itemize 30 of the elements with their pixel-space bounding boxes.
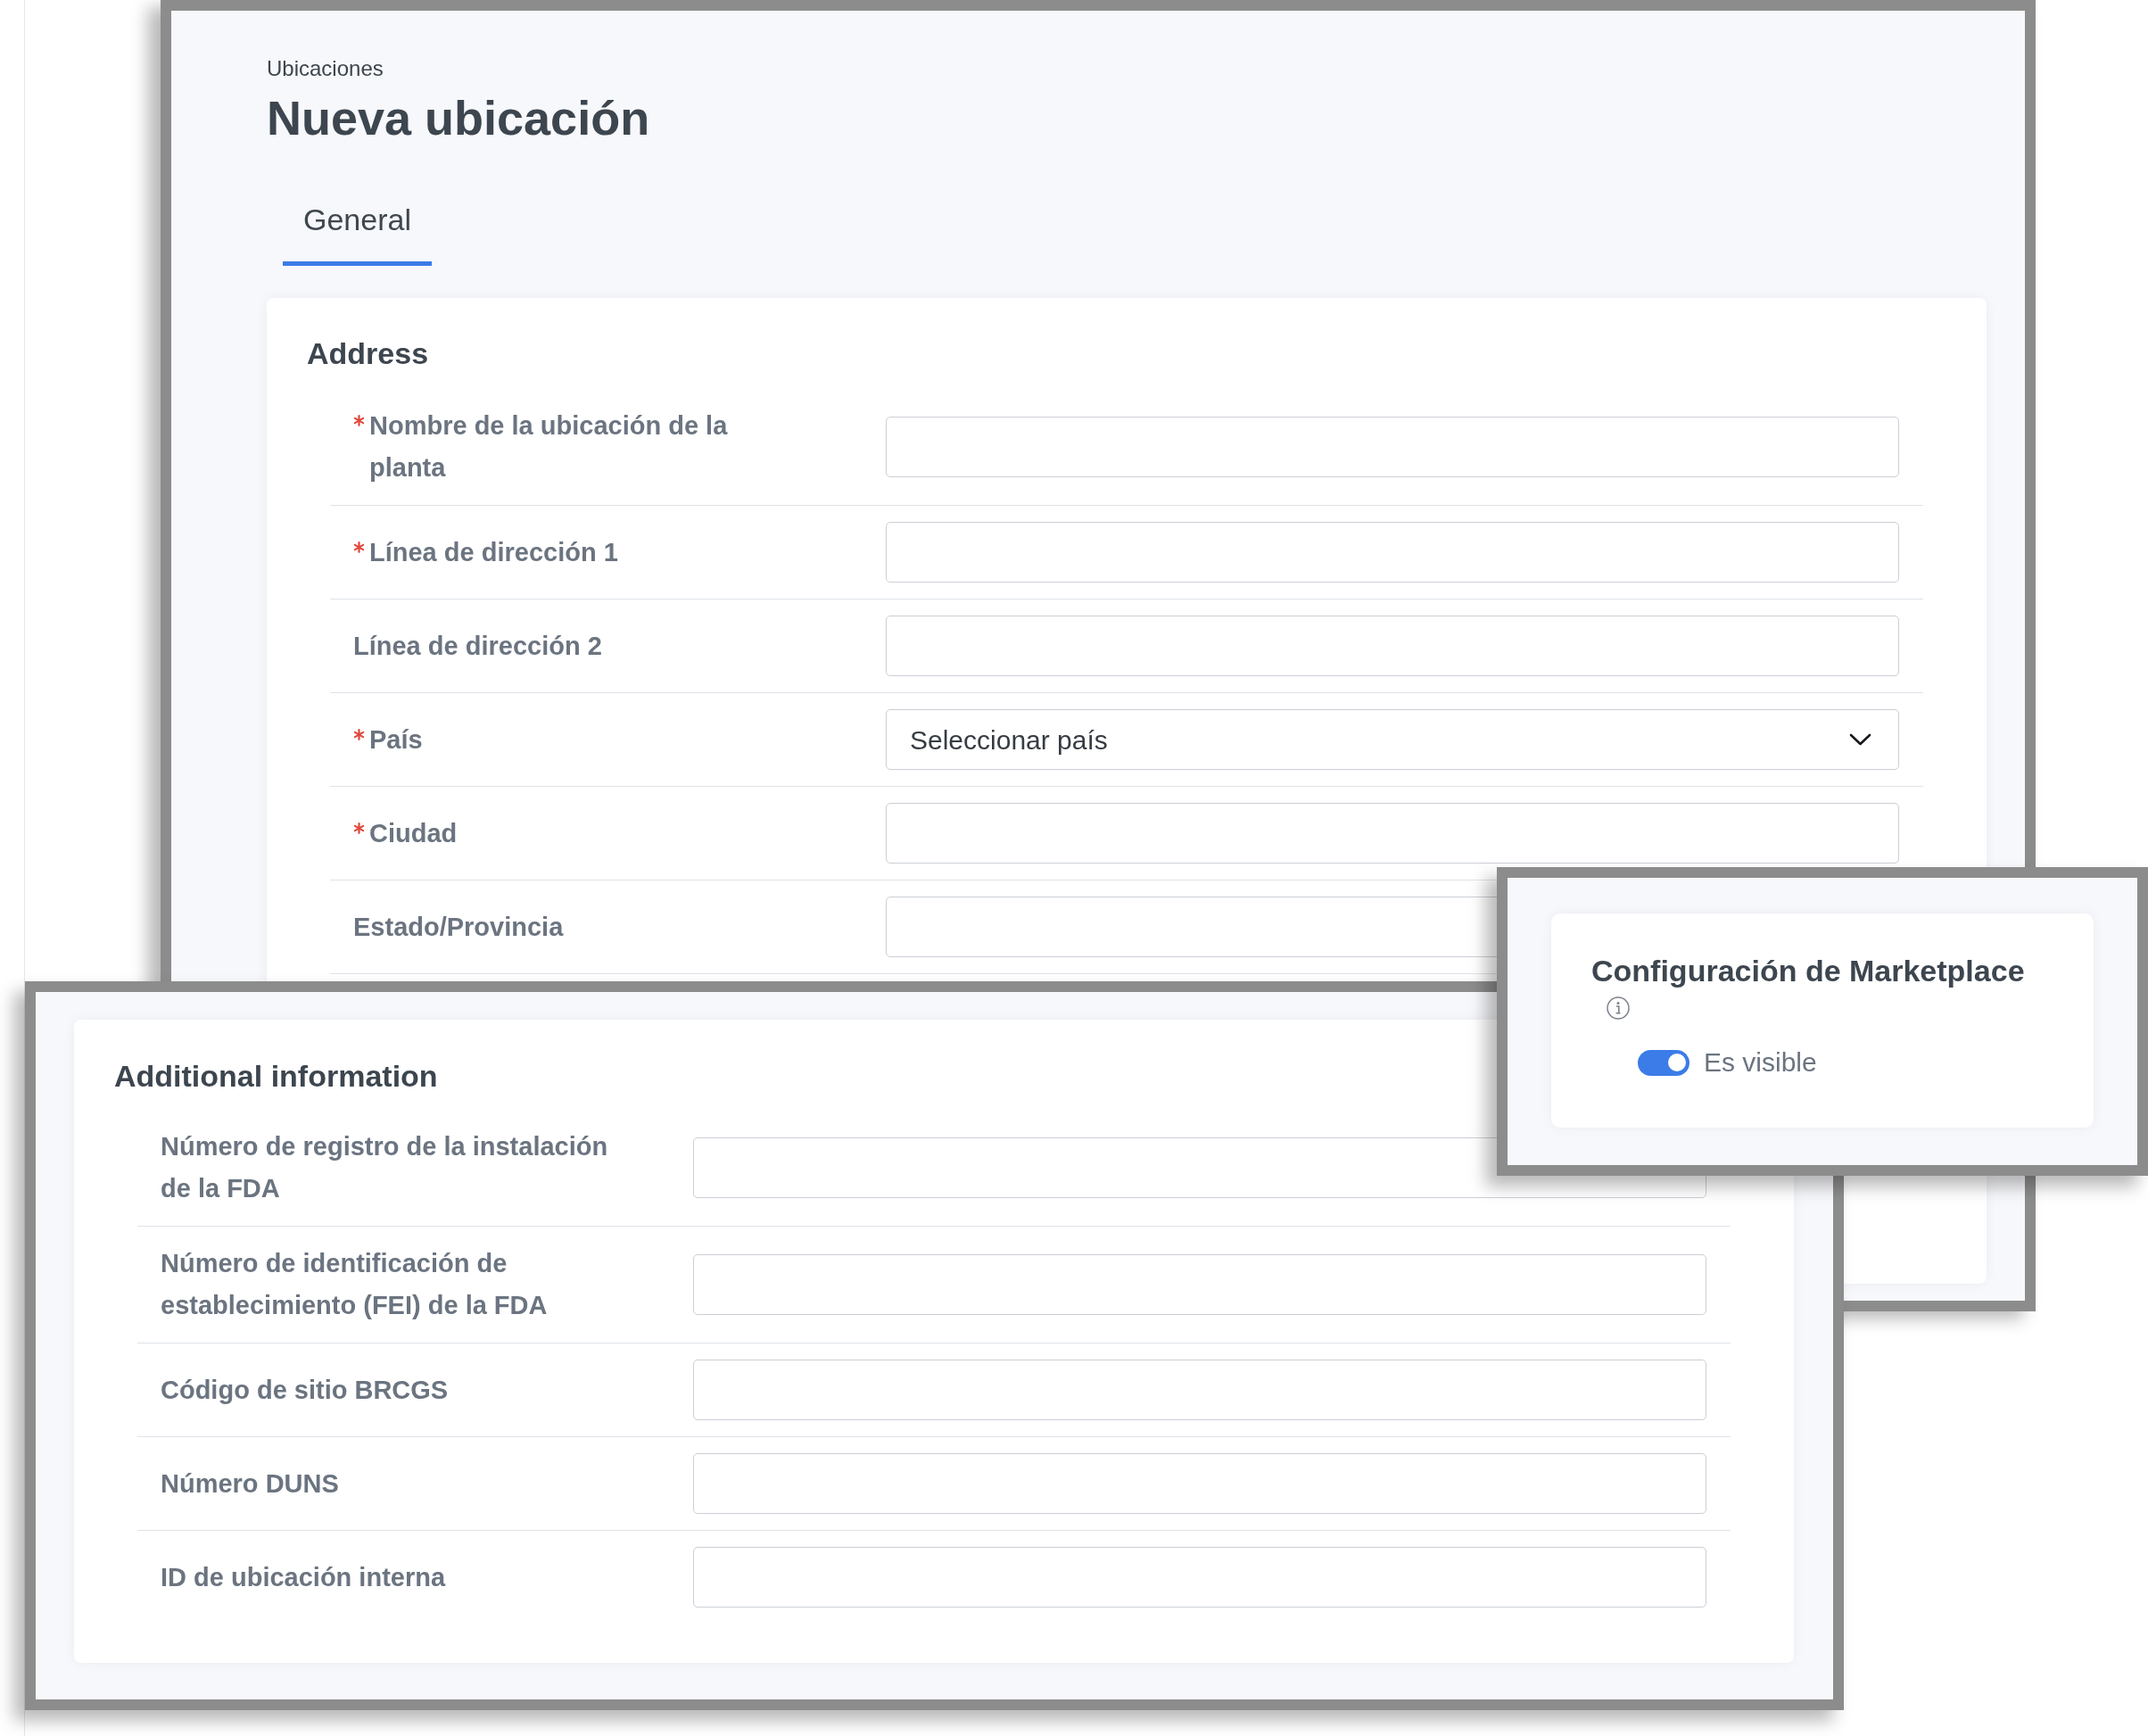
text-input[interactable] — [693, 1547, 1706, 1608]
field-label: Nombre de la ubicación de la planta — [369, 410, 729, 484]
section-heading: Configuración de Marketplace — [1591, 953, 2025, 989]
field-label: Ciudad — [369, 817, 458, 849]
field-label: Estado/Provincia — [353, 911, 564, 943]
text-input[interactable] — [693, 1360, 1706, 1420]
text-input[interactable] — [886, 417, 1899, 477]
toggle-label: Es visible — [1704, 1046, 1817, 1079]
field-label: Línea de dirección 2 — [353, 630, 602, 662]
field-label: Número de identificación de establecimiento (FEI) de la FDA — [161, 1248, 549, 1321]
section-heading: Address — [307, 335, 429, 372]
field-label: Código de sitio BRCGS — [161, 1374, 449, 1406]
text-input[interactable] — [693, 1254, 1706, 1315]
page-title: Nueva ubicación — [267, 90, 650, 146]
breadcrumb-link[interactable]: Ubicaciones — [267, 54, 384, 83]
text-input[interactable] — [886, 616, 1899, 676]
text-input[interactable] — [886, 803, 1899, 864]
chevron-down-icon — [1849, 733, 1871, 746]
section-heading: Additional information — [114, 1058, 438, 1095]
field-label: Línea de dirección 1 — [369, 536, 618, 568]
toggle-switch[interactable] — [1638, 1049, 1689, 1076]
info-icon — [1607, 996, 1630, 1020]
tab[interactable]: General — [283, 189, 432, 266]
field-label: Número de registro de la instalación de la FDA — [161, 1131, 609, 1204]
field-label: País — [369, 723, 423, 756]
country-select[interactable]: Seleccionar país — [886, 709, 1899, 770]
field-label: ID de ubicación interna — [161, 1561, 446, 1593]
text-input[interactable] — [693, 1453, 1706, 1514]
text-input[interactable] — [886, 522, 1899, 583]
field-label: Número DUNS — [161, 1467, 339, 1500]
